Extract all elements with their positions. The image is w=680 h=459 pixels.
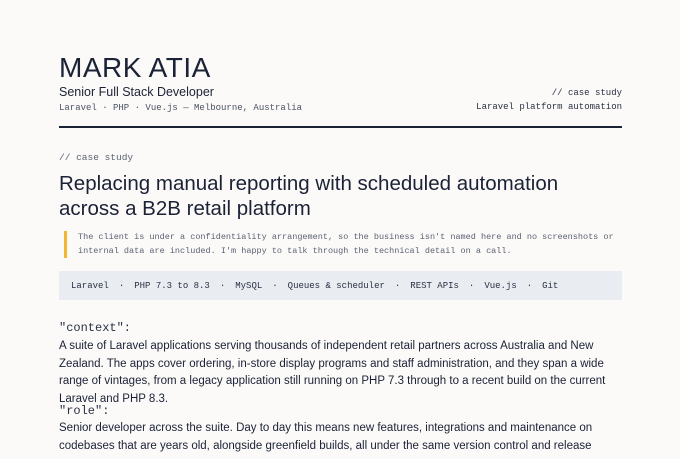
tech-separator: ·: [219, 280, 226, 291]
case-study-eyebrow: // case study: [59, 152, 134, 163]
context-body: A suite of Laravel applications serving …: [59, 340, 606, 405]
context-label: "context":: [59, 321, 132, 335]
role-label: "role":: [59, 404, 110, 418]
tech-item: PHP 7.3 to 8.3: [134, 280, 210, 291]
tech-separator: ·: [394, 280, 401, 291]
case-study-title: Replacing manual reporting with schedule…: [59, 172, 559, 220]
tech-separator: ·: [468, 280, 475, 291]
header-right-label: // case study: [551, 88, 622, 98]
tech-item: Queues & scheduler: [287, 280, 385, 291]
header-case-study-label: // case study Laravel platform automatio…: [476, 86, 622, 114]
author-stack-line: Laravel · PHP · Vue.js — Melbourne, Aust…: [59, 103, 303, 113]
header-right-subtitle: Laravel platform automation: [476, 102, 622, 112]
tech-separator: ·: [272, 280, 278, 291]
role-body: Senior developer across the suite. Day t…: [59, 422, 593, 459]
confidentiality-note: The client is under a confidentiality ar…: [64, 231, 620, 258]
author-name: MARK ATIA: [59, 52, 211, 83]
tech-separator: ·: [118, 280, 125, 291]
tech-item: Laravel: [71, 280, 109, 291]
tech-item: Git: [542, 280, 559, 291]
page-header: MARK ATIA Senior Full Stack Developer La…: [59, 52, 622, 128]
author-role: Senior Full Stack Developer: [59, 85, 214, 99]
tech-item: REST APIs: [410, 280, 459, 291]
tech-stack-bar: Laravel · PHP 7.3 to 8.3 · MySQL · Queues & sc…: [59, 271, 622, 300]
tech-item: Vue.js: [484, 280, 517, 291]
tech-separator: ·: [526, 280, 533, 291]
tech-item: MySQL: [235, 280, 263, 291]
